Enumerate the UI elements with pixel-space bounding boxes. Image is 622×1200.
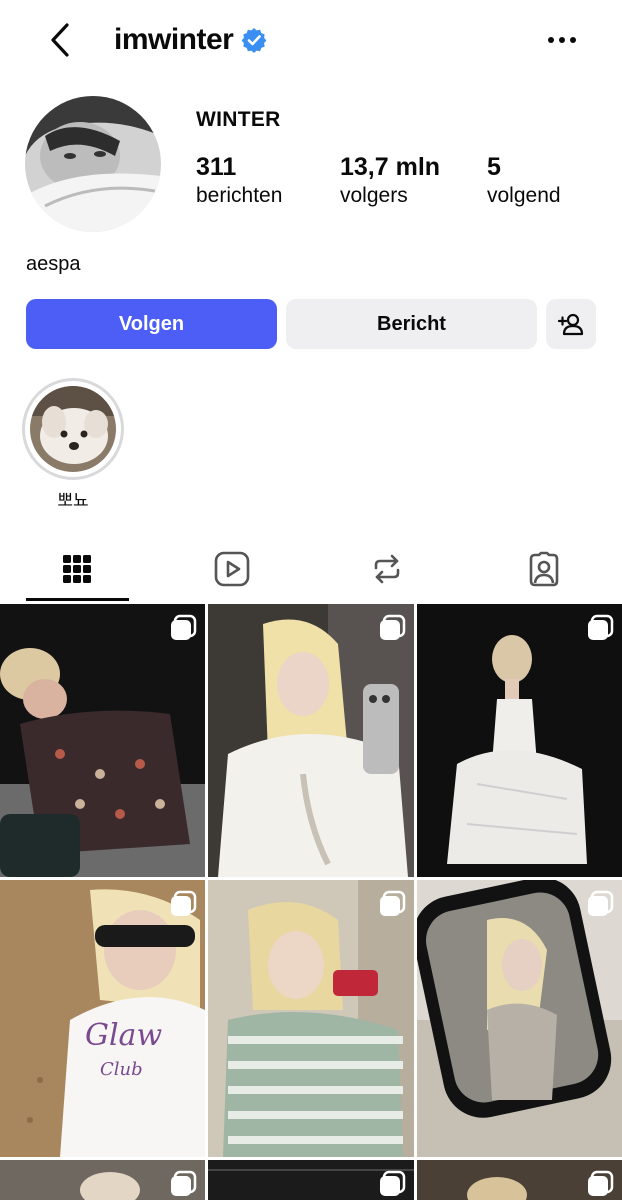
- message-button[interactable]: Bericht: [286, 299, 537, 349]
- highlight-cover: [30, 386, 116, 472]
- post-tile[interactable]: [0, 604, 205, 877]
- suggest-user-button[interactable]: [546, 299, 596, 349]
- post-tile[interactable]: [417, 604, 622, 877]
- story-highlight[interactable]: [22, 378, 124, 480]
- active-tab-indicator: [26, 598, 129, 601]
- multi-photo-icon: [588, 890, 614, 916]
- post-tile[interactable]: [0, 1160, 205, 1200]
- tagged-person-icon: [529, 551, 559, 587]
- following-stat[interactable]: 5 volgend: [487, 152, 561, 210]
- tab-reels[interactable]: [177, 538, 287, 600]
- posts-label: berichten: [196, 184, 283, 207]
- multi-photo-icon: [171, 890, 197, 916]
- grid-icon: [63, 555, 91, 583]
- following-count: 5: [487, 153, 501, 181]
- post-tile[interactable]: [417, 1160, 622, 1200]
- multi-photo-icon: [588, 614, 614, 640]
- svg-text:Club: Club: [100, 1059, 143, 1080]
- more-options-button[interactable]: [540, 24, 584, 56]
- tab-tagged[interactable]: [489, 538, 599, 600]
- followers-stat[interactable]: 13,7 mln volgers: [340, 152, 440, 210]
- posts-count: 311: [196, 153, 237, 181]
- tab-reposts[interactable]: [332, 538, 442, 600]
- followers-label: volgers: [340, 184, 408, 207]
- profile-avatar[interactable]: [25, 96, 161, 232]
- post-tile[interactable]: [208, 604, 414, 877]
- post-tile[interactable]: [417, 880, 622, 1157]
- reels-icon: [214, 551, 250, 587]
- post-tile[interactable]: [208, 880, 414, 1157]
- followers-count: 13,7 mln: [340, 153, 441, 181]
- post-tile[interactable]: [208, 1160, 414, 1200]
- multi-photo-icon: [380, 614, 406, 640]
- profile-tabs: [0, 538, 622, 604]
- post-tile[interactable]: Glaw Club: [0, 880, 205, 1157]
- verified-badge-icon: [241, 27, 267, 53]
- repost-icon: [374, 554, 400, 584]
- more-horizontal-icon: [548, 37, 576, 43]
- bio-text: aespa: [26, 253, 81, 275]
- multi-photo-icon: [588, 1170, 614, 1196]
- back-button[interactable]: [40, 18, 80, 62]
- username-header: imwinter: [114, 20, 267, 60]
- top-bar: imwinter: [0, 0, 622, 80]
- highlight-label: 뽀뇨: [57, 491, 89, 510]
- add-user-icon: [558, 313, 584, 336]
- posts-stat: 311 berichten: [196, 152, 282, 210]
- follow-button[interactable]: Volgen: [26, 299, 277, 349]
- multi-photo-icon: [171, 614, 197, 640]
- multi-photo-icon: [380, 890, 406, 916]
- multi-photo-icon: [171, 1170, 197, 1196]
- following-label: volgend: [487, 184, 561, 207]
- svg-text:Glaw: Glaw: [85, 1018, 162, 1053]
- display-name: WINTER: [196, 108, 281, 131]
- chevron-left-icon: [51, 23, 69, 57]
- username: imwinter: [114, 23, 234, 56]
- multi-photo-icon: [380, 1170, 406, 1196]
- tab-posts-grid[interactable]: [22, 538, 132, 600]
